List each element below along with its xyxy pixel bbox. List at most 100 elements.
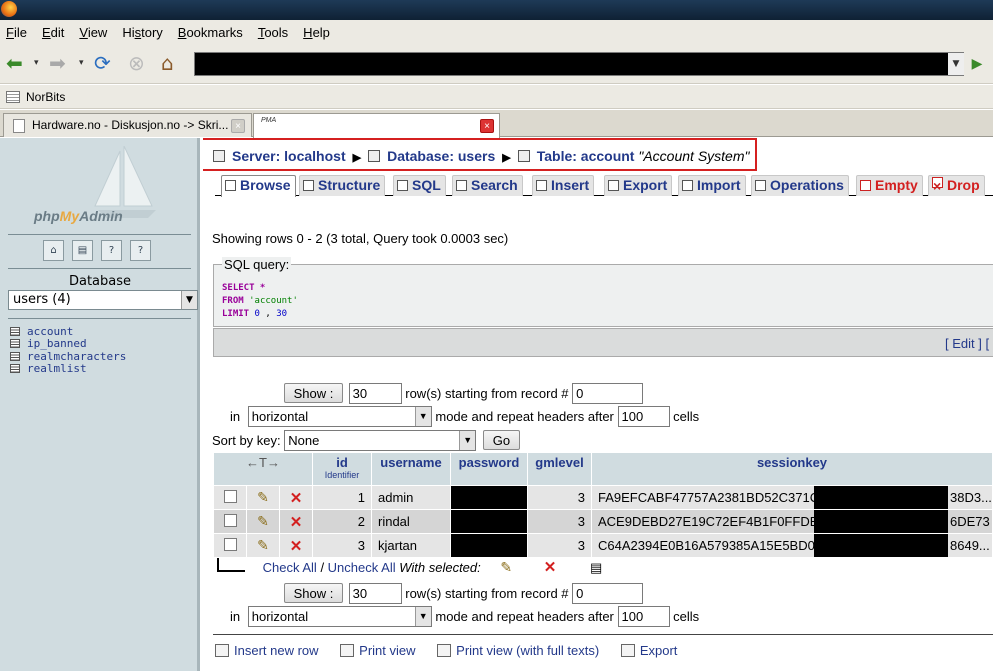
insert-new-row-link[interactable]: Insert new row	[234, 643, 319, 658]
print-full-link[interactable]: Print view (with full texts)	[456, 643, 599, 658]
chevron-down-icon[interactable]: ▼	[414, 407, 431, 426]
edit-pencil-icon[interactable]: ✎	[500, 559, 512, 575]
database-select[interactable]: users (4) ▼	[8, 290, 198, 310]
breadcrumb-server[interactable]: Server: localhost	[232, 148, 346, 164]
tab-browse[interactable]: Browse	[221, 175, 296, 197]
table-link-ip-banned[interactable]: ip_banned	[10, 337, 126, 350]
column-header-id[interactable]: id Identifier	[313, 453, 371, 485]
chevron-down-icon[interactable]: ▼	[414, 607, 431, 626]
menu-history[interactable]: History	[122, 25, 162, 40]
pma-logo-text[interactable]: phpMyAdmin	[34, 208, 123, 224]
rows-count-input[interactable]: 30	[348, 583, 402, 604]
tab-drop[interactable]: × Drop	[928, 175, 985, 196]
bookmarks-bar: NorBits	[0, 85, 993, 109]
chevron-down-icon[interactable]: ▼	[459, 431, 476, 450]
table-link-account[interactable]: account	[10, 325, 126, 338]
start-record-input[interactable]: 0	[572, 383, 644, 404]
forward-history-dropdown-icon[interactable]: ▾	[79, 52, 84, 74]
url-dropdown-icon[interactable]: ▼	[948, 53, 964, 75]
edit-query-link[interactable]: [ Edit ] [	[945, 336, 989, 351]
rows-count-input[interactable]: 30	[348, 383, 402, 404]
go-button[interactable]: Go	[482, 430, 520, 450]
tab-search[interactable]: Search	[452, 175, 523, 196]
database-label: Database	[68, 274, 132, 289]
row-checkbox[interactable]	[223, 513, 237, 527]
sql-icon	[397, 180, 408, 191]
stop-icon[interactable]: ⊗	[128, 52, 145, 74]
page-icon	[13, 119, 25, 133]
home-icon[interactable]: ⌂	[161, 52, 174, 74]
tab-close-icon[interactable]: ×	[480, 119, 494, 133]
print-icon	[437, 644, 452, 657]
cell-sessionkey: ACE9DEBD27E19C72EF4B1F0FFDB4 6DE73	[592, 510, 992, 533]
reload-icon[interactable]: ⟳	[94, 52, 111, 74]
repeat-headers-input[interactable]: 100	[617, 606, 670, 627]
tab-structure[interactable]: Structure	[299, 175, 386, 196]
column-header-sessionkey[interactable]: sessionkey	[592, 453, 992, 485]
column-header-gmlevel[interactable]: gmlevel	[528, 453, 591, 485]
forward-arrow-icon[interactable]: ➡	[49, 52, 66, 74]
menu-file[interactable]: File	[6, 25, 27, 40]
export-link[interactable]: Export	[640, 643, 678, 658]
show-button[interactable]: Show :	[284, 383, 343, 403]
row-checkbox[interactable]	[223, 489, 237, 503]
table-link-realmcharacters[interactable]: realmcharacters	[10, 350, 126, 363]
browser-tab-hardware[interactable]: Hardware.no - Diskusjon.no -> Skri... ×	[3, 113, 252, 137]
uncheck-all-link[interactable]: Uncheck All	[328, 560, 396, 575]
docs-icon[interactable]: ?	[101, 240, 122, 261]
menu-tools[interactable]: Tools	[258, 25, 288, 40]
show-button[interactable]: Show :	[284, 583, 343, 603]
mysql-docs-icon[interactable]: ?	[130, 240, 151, 261]
bookmark-norbits[interactable]: NorBits	[26, 90, 65, 104]
url-field[interactable]	[194, 52, 964, 76]
delete-x-icon[interactable]: ✕	[544, 559, 557, 576]
edit-pencil-icon[interactable]: ✎	[257, 537, 269, 553]
display-mode-select[interactable]: horizontal ▼	[247, 606, 432, 627]
home-icon[interactable]: ⌂	[43, 240, 64, 261]
cell-id: 1	[313, 486, 371, 509]
tab-insert[interactable]: Insert	[532, 175, 595, 196]
browser-tab-pma[interactable]: PMA ×	[253, 113, 500, 138]
column-resize-arrows[interactable]: ←T→	[214, 453, 312, 485]
column-header-password[interactable]: password	[451, 453, 527, 485]
tab-export[interactable]: Export	[604, 175, 673, 196]
breadcrumb-database[interactable]: Database: users	[387, 148, 495, 164]
column-header-username[interactable]: username	[372, 453, 450, 485]
menu-help[interactable]: Help	[303, 25, 330, 40]
check-all-link[interactable]: Check All	[263, 560, 317, 575]
display-mode-select[interactable]: horizontal ▼	[247, 406, 432, 427]
table-link-realmlist[interactable]: realmlist	[10, 362, 126, 375]
bookmark-page-icon	[6, 90, 20, 103]
insert-icon	[536, 180, 547, 191]
sidebar-shortcuts: ⌂ ▤ ? ?	[43, 240, 151, 261]
rows-label: row(s) starting from record #	[405, 586, 569, 601]
tab-empty[interactable]: Empty	[856, 175, 923, 196]
export-icon[interactable]: ▤	[590, 560, 602, 575]
breadcrumb-table[interactable]: Table: account	[537, 148, 635, 164]
tab-import[interactable]: Import	[678, 175, 746, 196]
edit-pencil-icon[interactable]: ✎	[257, 513, 269, 529]
chevron-down-icon[interactable]: ▼	[181, 291, 197, 309]
print-view-link[interactable]: Print view	[359, 643, 415, 658]
menu-view[interactable]: View	[79, 25, 107, 40]
repeat-headers-input[interactable]: 100	[617, 406, 670, 427]
go-arrow-icon[interactable]: ▶	[967, 53, 987, 75]
row-checkbox[interactable]	[223, 537, 237, 551]
tab-operations[interactable]: Operations	[751, 175, 849, 196]
query-window-icon[interactable]: ▤	[72, 240, 93, 261]
edit-pencil-icon[interactable]: ✎	[257, 489, 269, 505]
menu-edit[interactable]: Edit	[42, 25, 64, 40]
divider	[8, 318, 191, 319]
back-history-dropdown-icon[interactable]: ▾	[34, 52, 39, 74]
browser-tab-title: Hardware.no - Diskusjon.no -> Skri...	[32, 118, 229, 132]
delete-x-icon[interactable]: ✕	[290, 538, 303, 555]
menu-bookmarks[interactable]: Bookmarks	[178, 25, 243, 40]
back-arrow-icon[interactable]: ⬅	[6, 52, 23, 74]
delete-x-icon[interactable]: ✕	[290, 490, 303, 507]
results-table: ←T→ id Identifier username password gmlev…	[213, 452, 993, 558]
delete-x-icon[interactable]: ✕	[290, 514, 303, 531]
tab-sql[interactable]: SQL	[393, 175, 446, 196]
start-record-input[interactable]: 0	[572, 583, 644, 604]
tab-close-icon[interactable]: ×	[231, 119, 245, 133]
sort-select[interactable]: None ▼	[284, 430, 477, 451]
